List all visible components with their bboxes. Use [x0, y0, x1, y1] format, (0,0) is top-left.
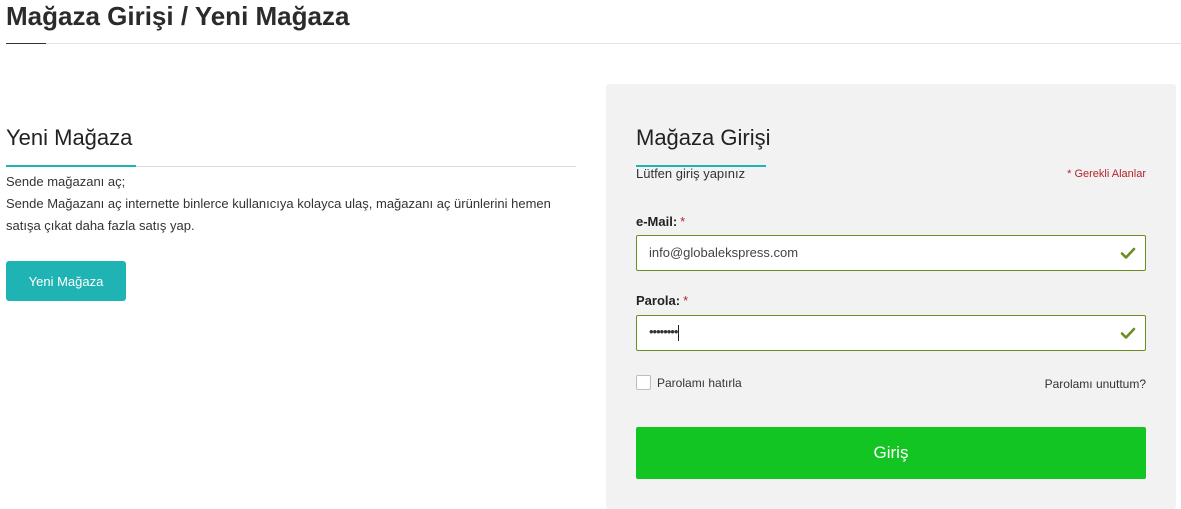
check-icon [1120, 247, 1136, 259]
text-caret [678, 324, 680, 341]
new-store-divider-accent [6, 165, 136, 167]
password-required-star: * [683, 293, 689, 308]
email-label-text: e-Mail: [636, 214, 678, 229]
password-label-text: Parola: [636, 293, 681, 308]
new-store-section: Yeni Mağaza Sende mağazanı aç; Sende Mağ… [6, 124, 576, 301]
login-subtitle-row: Lütfen giriş yapınız * Gerekli Alanlar [636, 166, 1146, 184]
forgot-password-link[interactable]: Parolamı unuttum? [1045, 377, 1146, 391]
email-value: info@globalekspress.com [649, 245, 799, 260]
email-required-star: * [680, 214, 686, 229]
remember-label: Parolamı hatırla [657, 375, 742, 390]
login-form: Mağaza Girişi Lütfen giriş yapınız * Ger… [636, 124, 1146, 479]
password-mask: •••••••• [649, 324, 678, 339]
check-icon [1120, 327, 1136, 339]
required-fields-note: * Gerekli Alanlar [1067, 168, 1146, 180]
new-store-divider [6, 165, 576, 167]
title-accent-line [6, 43, 46, 44]
password-value: •••••••• [649, 324, 680, 341]
new-store-line-1: Sende mağazanı aç; [6, 174, 126, 189]
new-store-description: Sende mağazanı aç; Sende Mağazanı aç int… [6, 171, 566, 237]
new-store-button[interactable]: Yeni Mağaza [6, 261, 126, 301]
new-store-line-2: Sende Mağazanı aç internette binlerce ku… [6, 196, 551, 233]
new-store-heading: Yeni Mağaza [6, 125, 133, 150]
password-label: Parola: * [636, 293, 688, 308]
page-title: Mağaza Girişi / Yeni Mağaza [6, 1, 350, 31]
password-field[interactable]: •••••••• [636, 315, 1146, 351]
login-panel: Mağaza Girişi Lütfen giriş yapınız * Ger… [606, 84, 1176, 509]
remember-checkbox[interactable] [636, 375, 651, 390]
remember-password[interactable]: Parolamı hatırla [636, 375, 742, 390]
title-divider [6, 43, 1181, 44]
email-label: e-Mail: * [636, 214, 685, 229]
email-field[interactable]: info@globalekspress.com [636, 235, 1146, 271]
login-button[interactable]: Giriş [636, 427, 1146, 479]
login-heading: Mağaza Girişi [636, 125, 771, 150]
login-subtitle: Lütfen giriş yapınız [636, 166, 746, 181]
